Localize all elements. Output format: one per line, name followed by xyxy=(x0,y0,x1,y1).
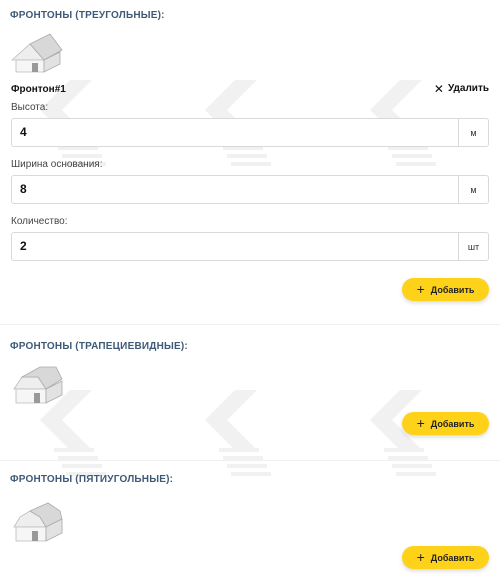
height-unit: м xyxy=(458,119,488,146)
remove-button[interactable]: ✕ Удалить xyxy=(433,81,489,96)
item-title: Фронтон#1 xyxy=(11,84,66,95)
add-button[interactable]: + Добавить xyxy=(402,412,489,435)
add-label: Добавить xyxy=(430,552,475,563)
base-width-unit: м xyxy=(458,176,488,203)
base-width-label: Ширина основания: xyxy=(11,159,103,170)
remove-label: Удалить xyxy=(447,83,489,94)
close-icon: ✕ xyxy=(433,81,444,96)
add-label: Добавить xyxy=(430,284,475,295)
quantity-field: 2 шт xyxy=(11,232,489,261)
house-icon xyxy=(13,366,63,404)
section-triangular: ФРОНТОНЫ (ТРЕУГОЛЬНЫЕ): Фронтон#1 ✕ Удал… xyxy=(0,0,500,324)
section-pentagonal: ФРОНТОНЫ (ПЯТИУГОЛЬНЫЕ): + Добавить xyxy=(0,461,500,582)
base-width-input[interactable]: 8 xyxy=(12,176,458,203)
section-title: ФРОНТОНЫ (ТРЕУГОЛЬНЫЕ): xyxy=(10,10,165,21)
add-button[interactable]: + Добавить xyxy=(402,546,489,569)
house-icon xyxy=(10,33,63,73)
quantity-input[interactable]: 2 xyxy=(12,233,458,260)
section-trapezoidal: ФРОНТОНЫ (ТРАПЕЦИЕВИДНЫЕ): + Добавить xyxy=(0,325,500,460)
height-label: Высота: xyxy=(11,102,49,113)
plus-icon: + xyxy=(416,549,425,565)
quantity-unit: шт xyxy=(458,233,488,260)
base-width-field: 8 м xyxy=(11,175,489,204)
house-icon xyxy=(13,502,63,542)
height-input[interactable]: 4 xyxy=(12,119,458,146)
add-label: Добавить xyxy=(430,418,475,429)
plus-icon: + xyxy=(416,415,425,431)
section-title: ФРОНТОНЫ (ТРАПЕЦИЕВИДНЫЕ): xyxy=(10,341,188,352)
section-title: ФРОНТОНЫ (ПЯТИУГОЛЬНЫЕ): xyxy=(10,474,174,485)
quantity-label: Количество: xyxy=(11,216,68,227)
add-button[interactable]: + Добавить xyxy=(402,278,489,301)
plus-icon: + xyxy=(416,281,425,297)
height-field: 4 м xyxy=(11,118,489,147)
